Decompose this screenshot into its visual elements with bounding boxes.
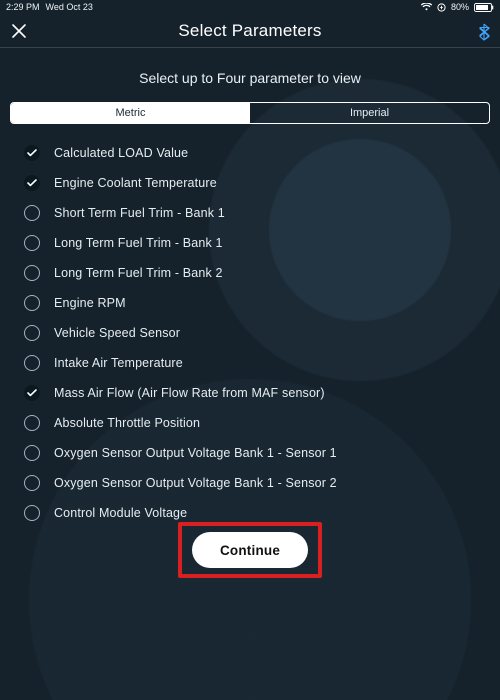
bluetooth-icon[interactable]: [478, 23, 490, 46]
parameter-row[interactable]: Calculated LOAD Value: [24, 138, 500, 168]
parameter-row[interactable]: Short Term Fuel Trim - Bank 1: [24, 198, 500, 228]
parameter-label: Control Module Voltage: [54, 506, 187, 520]
radio-checked-icon[interactable]: [24, 145, 40, 161]
unit-segmented-control: Metric Imperial: [0, 102, 500, 124]
subtitle: Select up to Four parameter to view: [0, 70, 500, 86]
header: Select Parameters: [0, 14, 500, 48]
unit-metric-button[interactable]: Metric: [11, 103, 250, 123]
radio-unchecked-icon[interactable]: [24, 415, 40, 431]
parameter-label: Long Term Fuel Trim - Bank 1: [54, 236, 223, 250]
parameter-label: Vehicle Speed Sensor: [54, 326, 180, 340]
radio-unchecked-icon[interactable]: [24, 295, 40, 311]
parameter-label: Engine RPM: [54, 296, 126, 310]
rotation-lock-icon: [437, 3, 446, 12]
parameter-row[interactable]: Absolute Throttle Position: [24, 408, 500, 438]
parameter-label: Intake Air Temperature: [54, 356, 183, 370]
parameter-row[interactable]: Mass Air Flow (Air Flow Rate from MAF se…: [24, 378, 500, 408]
parameter-row[interactable]: Oxygen Sensor Output Voltage Bank 1 - Se…: [24, 438, 500, 468]
status-bar: 2:29 PM Wed Oct 23 80%: [0, 0, 500, 14]
radio-unchecked-icon[interactable]: [24, 505, 40, 521]
parameter-row[interactable]: Intake Air Temperature: [24, 348, 500, 378]
radio-checked-icon[interactable]: [24, 175, 40, 191]
parameter-row[interactable]: Engine Coolant Temperature: [24, 168, 500, 198]
parameter-row[interactable]: Oxygen Sensor Output Voltage Bank 1 - Se…: [24, 468, 500, 498]
parameter-label: Engine Coolant Temperature: [54, 176, 217, 190]
radio-unchecked-icon[interactable]: [24, 445, 40, 461]
parameter-row[interactable]: Long Term Fuel Trim - Bank 2: [24, 258, 500, 288]
battery-percent: 80%: [451, 2, 469, 12]
battery-icon: [474, 3, 494, 12]
continue-button[interactable]: Continue: [192, 532, 308, 568]
radio-unchecked-icon[interactable]: [24, 355, 40, 371]
parameter-label: Long Term Fuel Trim - Bank 2: [54, 266, 223, 280]
unit-imperial-button[interactable]: Imperial: [250, 103, 489, 123]
radio-unchecked-icon[interactable]: [24, 475, 40, 491]
parameter-label: Absolute Throttle Position: [54, 416, 200, 430]
status-date: Wed Oct 23: [46, 2, 93, 12]
parameter-label: Mass Air Flow (Air Flow Rate from MAF se…: [54, 386, 325, 400]
parameter-label: Oxygen Sensor Output Voltage Bank 1 - Se…: [54, 446, 337, 460]
radio-unchecked-icon[interactable]: [24, 325, 40, 341]
parameter-row[interactable]: Vehicle Speed Sensor: [24, 318, 500, 348]
parameter-list: Calculated LOAD Value Engine Coolant Temp…: [0, 138, 500, 528]
parameter-row[interactable]: Engine RPM: [24, 288, 500, 318]
highlight-box: Continue: [178, 522, 322, 578]
parameter-row[interactable]: Long Term Fuel Trim - Bank 1: [24, 228, 500, 258]
parameter-label: Short Term Fuel Trim - Bank 1: [54, 206, 225, 220]
radio-unchecked-icon[interactable]: [24, 235, 40, 251]
radio-unchecked-icon[interactable]: [24, 265, 40, 281]
close-button[interactable]: [10, 22, 28, 40]
parameter-label: Oxygen Sensor Output Voltage Bank 1 - Se…: [54, 476, 337, 490]
status-left: 2:29 PM Wed Oct 23: [6, 2, 93, 12]
status-time: 2:29 PM: [6, 2, 40, 12]
close-icon: [10, 22, 28, 40]
status-right: 80%: [421, 2, 494, 12]
wifi-icon: [421, 3, 432, 11]
parameter-label: Calculated LOAD Value: [54, 146, 188, 160]
radio-checked-icon[interactable]: [24, 385, 40, 401]
cta-area: Continue: [0, 522, 500, 578]
page-title: Select Parameters: [178, 21, 321, 41]
radio-unchecked-icon[interactable]: [24, 205, 40, 221]
